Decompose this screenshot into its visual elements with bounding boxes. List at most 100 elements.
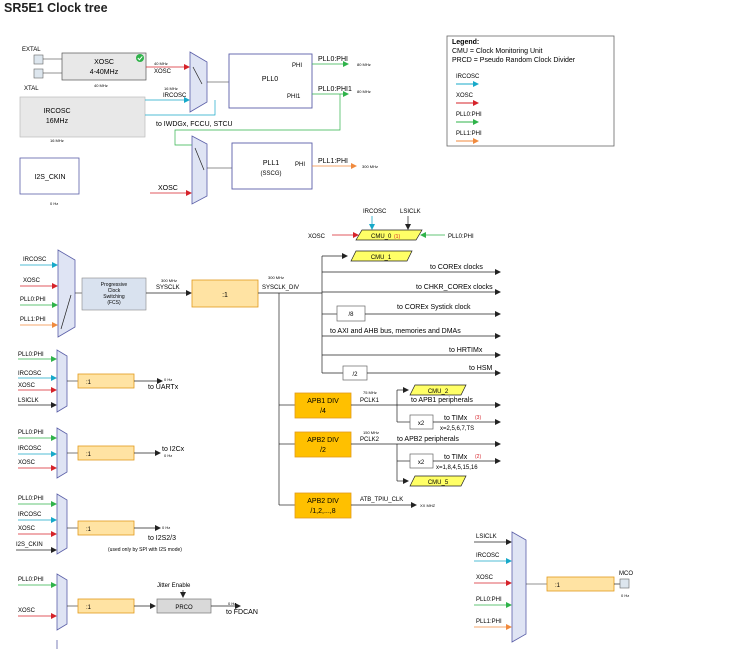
uart-divider-value: :1 [86, 380, 92, 386]
legend-heading: Legend: [452, 39, 479, 46]
uart-group: PLL0:PHI IRCOSC XOSC LSICLK :1 0 Hz to U… [18, 349, 179, 413]
apb2-div: /2 [320, 447, 326, 454]
sysclk-label: SYSCLK [156, 285, 180, 291]
pll1-name: PLL1 [263, 160, 279, 167]
i2s-mux-icon [56, 493, 68, 555]
pll1-mux-icon [191, 135, 208, 205]
i2s-ckin-name: I2S_CKIN [34, 174, 65, 181]
cmu0-lsiclk-label: LSICLK [400, 209, 421, 215]
sysclk-freq: 300 MHz [161, 278, 177, 283]
sys-input-ircosc: IRCOSC [23, 257, 47, 263]
i2s-freq: 0 Hz [162, 525, 170, 530]
fdcan-input-xosc: XOSC [18, 608, 36, 614]
ircosc-mux-label: IRCOSC [163, 93, 187, 99]
fdcan-out-label: to FDCAN [226, 609, 258, 616]
apb1-group: APB1 DIV /4 75 MHz PCLK1 CMU_2 to APB1 p… [294, 384, 501, 432]
ircosc-block-range: 16MHz [46, 118, 69, 125]
cmu0-group: IRCOSC LSICLK CMU_0 (1) XOSC PLL0:PHI [308, 209, 474, 241]
i2s-input-ckin: I2S_CKIN [16, 542, 43, 548]
legend-prcd: PRCD = Pseudo Random Clock Divider [452, 57, 576, 64]
pll1-block: PLL1 (SSCG) PHI PLL1:PHI 300 MHz [231, 142, 378, 190]
pll0-phi: PHI [292, 63, 302, 69]
cmu0-label: CMU_0 [371, 234, 392, 240]
sysclk-div-freq: 300 MHz [268, 275, 284, 280]
apb2-tim-sup: (2) [475, 454, 481, 460]
uart-freq: 0 Hz [164, 377, 172, 382]
mco-input-ircosc: IRCOSC [476, 553, 500, 559]
hsm-div-value: /2 [352, 372, 358, 378]
mco-pin [619, 578, 630, 589]
atb-div: /1,2,...,8 [310, 508, 335, 515]
prco-label: PRCO [175, 605, 193, 611]
atb-clk: ATB_TPIU_CLK [360, 497, 403, 503]
sys-input-pll0: PLL0:PHI [20, 297, 46, 303]
sys-mux-icon [57, 249, 76, 338]
i2s-input-xosc: XOSC [18, 526, 36, 532]
i2c-input-pll0: PLL0:PHI [18, 430, 44, 436]
legend-cmu: CMU = Clock Monitoring Unit [452, 48, 542, 55]
apb1-div: /4 [320, 408, 326, 415]
pll1-sub: (SSCG) [261, 171, 282, 177]
uart-mux-icon [56, 349, 68, 413]
systick-label: to COREx Systick clock [397, 304, 471, 311]
apb1-clk: PCLK1 [360, 398, 380, 404]
legend: Legend: CMU = Clock Monitoring Unit PRCD… [446, 35, 615, 147]
legend-pll0-label: PLL0:PHI [456, 112, 482, 118]
ircosc-mux-freq: 16 MHz [164, 86, 178, 91]
mco-input-xosc: XOSC [476, 575, 494, 581]
cmu0-sup: (1) [394, 234, 400, 240]
legend-ircosc-label: IRCOSC [456, 74, 480, 80]
ircosc-block [19, 96, 146, 138]
i2c-divider-value: :1 [86, 452, 92, 458]
pll1-out: PLL1:PHI [318, 158, 348, 165]
pll1-xosc-in: XOSC [158, 185, 178, 192]
mco-divider-value: :1 [555, 583, 561, 589]
i2s-input-ircosc: IRCOSC [18, 512, 42, 518]
mco-input-pll0: PLL0:PHI [476, 597, 502, 603]
corex-clocks-label: to COREx clocks [430, 264, 483, 271]
pll0-out-phi1-freq: 80 MHz [357, 89, 371, 94]
pll1-out-freq: 300 MHz [362, 164, 378, 169]
pll0-phi1: PHI1 [287, 94, 301, 100]
to-iwdg-label: to IWDGx, FCCU, STCU [156, 121, 233, 128]
chkr-clocks-label: to CHKR_COREx clocks [416, 284, 493, 291]
legend-pll1-label: PLL1:PHI [456, 131, 482, 137]
i2c-group: PLL0:PHI IRCOSC XOSC :1 to I2Cx 0 Hz [18, 427, 185, 479]
uart-out-label: to UARTx [148, 384, 179, 391]
apb2-label: APB2 DIV [307, 437, 339, 444]
uart-input-xosc: XOSC [18, 383, 36, 389]
i2s-divider-value: :1 [86, 527, 92, 533]
cmu5-label: CMU_5 [428, 480, 449, 486]
i2s-note: (used only by SPI with I2S mode) [108, 547, 182, 553]
cmu0-xosc-label: XOSC [308, 234, 326, 240]
fdcan-group: PLL0:PHI XOSC :1 Jitter Enable PRCO 0 Hz… [18, 573, 258, 649]
i2s-input-pll0: PLL0:PHI [18, 496, 44, 502]
xosc-out-freq: 40 MHz [154, 61, 168, 66]
mco-group: LSICLK IRCOSC XOSC PLL0:PHI PLL1:PHI :1 … [474, 531, 633, 643]
xosc-block-name: XOSC [94, 59, 114, 66]
apb1-periph-label: to APB1 peripherals [411, 397, 473, 404]
mco-mux-icon [511, 531, 527, 643]
atb-freq: XX MHZ [420, 503, 436, 508]
pll0-out-phi1: PLL0:PHI1 [318, 86, 352, 93]
hsm-label: to HSM [469, 365, 493, 372]
apb1-tim-sup: (3) [475, 415, 481, 421]
uart-input-ircosc: IRCOSC [18, 371, 42, 377]
sys-input-pll1: PLL1:PHI [20, 317, 46, 323]
apb-atb-group: APB2 DIV /1,2,...,8 ATB_TPIU_CLK XX MHZ [294, 492, 436, 519]
apb2-tim-label: to TIMx [444, 454, 468, 461]
apb2-clk: PCLK2 [360, 437, 380, 443]
mco-input-lsiclk: LSICLK [476, 534, 497, 540]
apb2-periph-label: to APB2 peripherals [397, 436, 459, 443]
mco-input-pll1: PLL1:PHI [476, 619, 502, 625]
apb1-tim-label: to TIMx [444, 415, 468, 422]
i2c-freq: 0 Hz [164, 453, 172, 458]
xosc-block-freq: 40 MHz [94, 83, 108, 88]
clock-tree-diagram: Legend: CMU = Clock Monitoring Unit PRCD… [16, 35, 633, 649]
apb2-freq: 150 MHz [363, 430, 379, 435]
xtal-pin [33, 68, 44, 79]
hrtim-label: to HRTIMx [449, 347, 483, 354]
extal-label: EXTAL [22, 47, 41, 53]
i2c-input-xosc: XOSC [18, 460, 36, 466]
legend-xosc-label: XOSC [456, 93, 474, 99]
